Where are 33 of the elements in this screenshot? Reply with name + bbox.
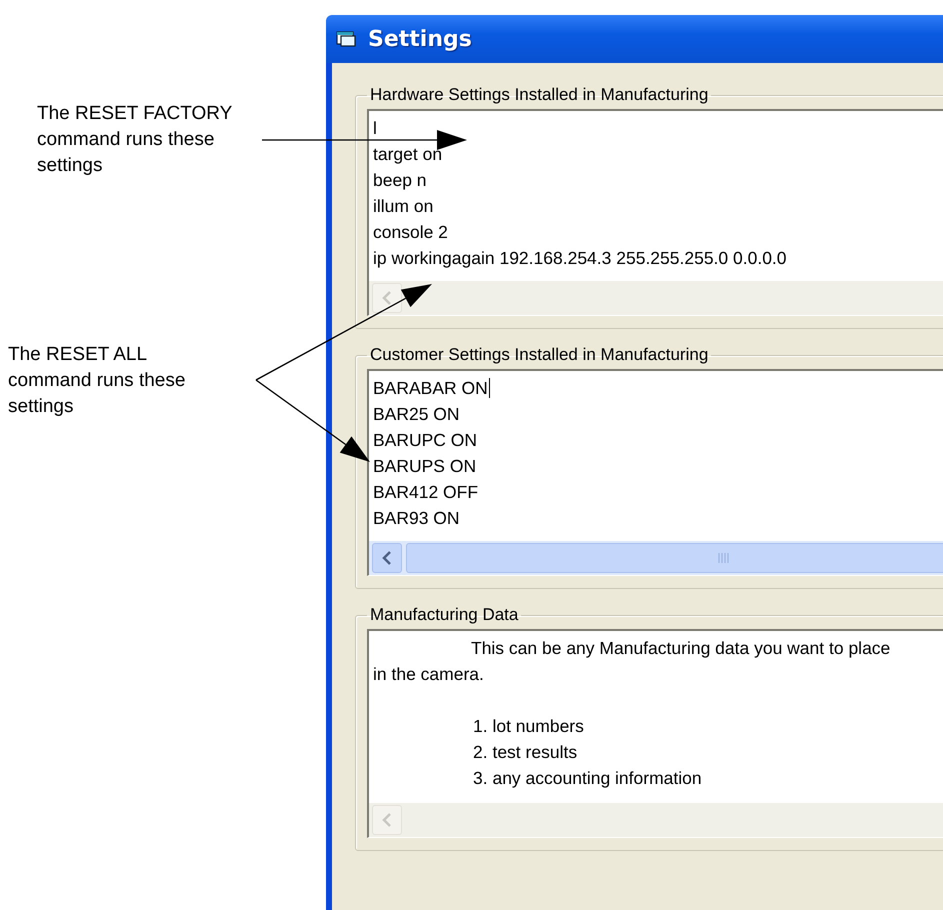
text-line: ip workingagain 192.168.254.3 255.255.255.0 0.0.0.0 xyxy=(373,247,787,270)
text-line: BARABAR ON xyxy=(373,377,488,400)
text-line: target on xyxy=(373,143,442,166)
paragraph-text: This can be any Manufacturing data you want to place in the camera. xyxy=(373,638,890,684)
scroll-thumb[interactable] xyxy=(406,543,943,573)
horizontal-scrollbar[interactable] xyxy=(369,281,943,315)
grip-icon xyxy=(717,552,731,564)
text-line: l xyxy=(373,117,377,140)
text-area[interactable]: l target on beep n illum on console 2 ip workingagain 192.168.254.3 255.255.255.0 0.0.0.0 xyxy=(367,109,943,316)
text-line: console 2 xyxy=(373,221,448,244)
text-line: illum on xyxy=(373,195,434,218)
list-item: 2. test results xyxy=(473,741,578,764)
window-title: Settings xyxy=(368,26,472,52)
text-line: BARUPS ON xyxy=(373,455,476,478)
text-line: BAR25 ON xyxy=(373,403,460,426)
callout-text: The RESET ALL command runs these settings xyxy=(8,343,186,419)
list-item: 1. lot numbers xyxy=(473,715,584,738)
text-line: BAR93 ON xyxy=(373,507,460,530)
group-title: Customer Settings Installed in Manufacturing xyxy=(369,345,710,365)
horizontal-scrollbar[interactable] xyxy=(369,541,943,575)
group-title: Manufacturing Data xyxy=(369,605,520,625)
horizontal-scrollbar[interactable] xyxy=(369,803,943,837)
group-title: Hardware Settings Installed in Manufacturing xyxy=(369,85,710,105)
scroll-left-button[interactable] xyxy=(372,283,402,313)
callout-text: The RESET FACTORY command runs these settings xyxy=(37,102,234,178)
text-line: BAR412 OFF xyxy=(373,481,478,504)
text-line: BARUPC ON xyxy=(373,429,478,452)
text-line: beep n xyxy=(373,169,427,192)
text-area[interactable]: This can be any Manufacturing data you want to place in the camera. 1. lot numbers 2. test results 3. any accounting information xyxy=(367,629,943,838)
text-area[interactable]: BARABAR ON BAR25 ON BARUPC ON BARUPS ON BAR412 OFF BAR93 ON xyxy=(367,369,943,576)
text-cursor xyxy=(488,378,490,398)
list-item: 3. any accounting information xyxy=(473,767,702,790)
window-icon xyxy=(336,30,358,48)
